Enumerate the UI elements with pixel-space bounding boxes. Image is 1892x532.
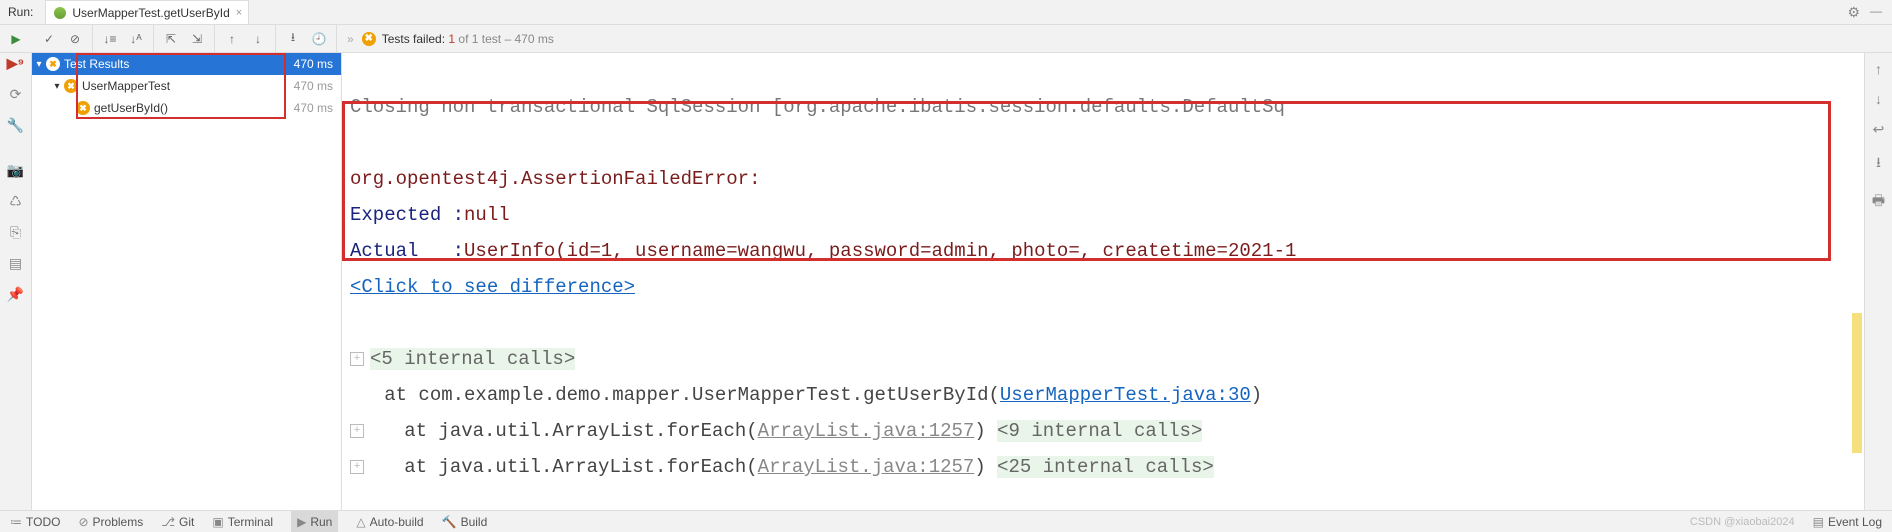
log-icon: ▤ — [1813, 515, 1824, 529]
scroll-end-icon[interactable]: ⭳ — [1876, 152, 1881, 176]
down-icon[interactable]: ↓ — [1875, 91, 1882, 107]
sort-down-icon[interactable]: ↓≡ — [99, 28, 121, 50]
tree-root[interactable]: ▾ ✖ Test Results 470 ms — [32, 53, 341, 75]
terminal-icon: ▣ — [212, 515, 223, 529]
sort-alpha-icon[interactable]: ↓ᴬ — [125, 28, 147, 50]
hammer-icon: 🔨 — [442, 515, 457, 529]
git-icon: ⎇ — [161, 515, 175, 529]
build-tab[interactable]: 🔨Build — [442, 515, 488, 529]
chevron-down-icon[interactable]: ▾ — [50, 81, 64, 92]
file-link[interactable]: ArrayList.java:1257 — [758, 456, 975, 478]
expand-icon[interactable]: + — [350, 424, 364, 438]
list-icon: ≔ — [10, 515, 22, 529]
layout-icon[interactable]: ▤ — [9, 255, 22, 272]
exit-icon[interactable]: ⎘ — [10, 224, 21, 241]
watermark: CSDN @xiaobai2024 — [1690, 516, 1795, 528]
expand-icon[interactable]: + — [350, 460, 364, 474]
pin-icon[interactable]: 📌 — [7, 286, 24, 303]
file-link[interactable]: UserMapperTest.java:30 — [1000, 384, 1251, 406]
run-label: Run: — [0, 5, 45, 19]
console-line: Closing non transactional SqlSession [or… — [350, 96, 1285, 118]
print-icon[interactable]: 🖶 — [1872, 190, 1885, 214]
diff-link[interactable]: <Click to see difference> — [350, 276, 635, 298]
git-tab[interactable]: ⎇Git — [161, 515, 194, 529]
test-tab-icon — [54, 7, 66, 19]
eventlog-tab[interactable]: ▤Event Log — [1813, 515, 1882, 529]
wrench-icon[interactable]: 🔧 — [7, 117, 24, 134]
fail-icon: ✖ — [76, 101, 90, 115]
autobuild-tab[interactable]: △Auto-build — [356, 515, 423, 529]
fail-icon: ✖ — [64, 79, 78, 93]
tool-icon: △ — [356, 515, 365, 529]
close-icon[interactable]: × — [236, 7, 242, 19]
collapse-all-icon[interactable]: ⇲ — [186, 28, 208, 50]
terminal-tab[interactable]: ▣Terminal — [212, 515, 273, 529]
cancel-icon[interactable]: ⊘ — [64, 28, 86, 50]
export-icon[interactable]: ⭳ — [282, 28, 304, 50]
tree-class[interactable]: ▾ ✖ UserMapperTest 470 ms — [32, 75, 341, 97]
tree-method[interactable]: ✖ getUserById() 470 ms — [32, 97, 341, 119]
toggle-autotest-icon[interactable]: ⟳ — [10, 86, 22, 103]
fail-icon: ✖ — [46, 57, 60, 71]
tab-title: UserMapperTest.getUserById — [72, 6, 229, 20]
error-line: org.opentest4j.AssertionFailedError: — [350, 168, 760, 190]
left-gutter: ▶⁹ ⟳ 🔧 📷 ♺ ⎘ ▤ 📌 — [0, 53, 32, 510]
todo-tab[interactable]: ≔TODO — [10, 515, 60, 529]
problems-tab[interactable]: ⊘Problems — [78, 515, 143, 529]
rerun-icon[interactable]: ▶ — [6, 28, 26, 50]
minimize-icon[interactable]: — — [1870, 4, 1882, 21]
console-right-gutter: ↑ ↓ ↩ ⭳ 🖶 — [1864, 53, 1892, 510]
gear-icon[interactable]: ⚙ — [1847, 4, 1860, 21]
fail-badge-icon: ✖ — [362, 32, 376, 46]
status-bar: ≔TODO ⊘Problems ⎇Git ▣Terminal ▶Run △Aut… — [0, 510, 1892, 532]
chevron-down-icon[interactable]: ▾ — [32, 59, 46, 70]
file-link[interactable]: ArrayList.java:1257 — [758, 420, 975, 442]
run-tab-bottom[interactable]: ▶Run — [291, 511, 338, 532]
scrollbar-marker — [1852, 313, 1862, 453]
up-icon[interactable]: ↑ — [1875, 61, 1882, 77]
prev-icon[interactable]: ↑ — [221, 28, 243, 50]
camera-icon[interactable]: 📷 — [7, 162, 24, 179]
test-tree: ▾ ✖ Test Results 470 ms ▾ ✖ UserMapperTe… — [32, 53, 342, 510]
play-icon: ▶ — [297, 515, 306, 529]
recycle-icon[interactable]: ♺ — [9, 193, 22, 210]
warning-icon: ⊘ — [78, 515, 88, 529]
expand-icon[interactable]: + — [350, 352, 364, 366]
next-icon[interactable]: ↓ — [247, 28, 269, 50]
run-tab[interactable]: UserMapperTest.getUserById × — [45, 0, 249, 24]
status-line: » ✖ Tests failed: 1 of 1 test – 470 ms — [337, 32, 554, 46]
toolbar: ▶ ✓ ⊘ ↓≡ ↓ᴬ ⇱ ⇲ ↑ ↓ ⭳ 🕘 » ✖ Tests failed… — [0, 25, 1892, 53]
history-icon[interactable]: 🕘 — [308, 28, 330, 50]
expand-all-icon[interactable]: ⇱ — [160, 28, 182, 50]
console: Closing non transactional SqlSession [or… — [342, 53, 1892, 510]
check-icon[interactable]: ✓ — [38, 28, 60, 50]
top-bar: Run: UserMapperTest.getUserById × ⚙ — — [0, 0, 1892, 25]
soft-wrap-icon[interactable]: ↩ — [1873, 121, 1885, 138]
rerun-failed-icon[interactable]: ▶⁹ — [7, 55, 24, 72]
main-area: ▶⁹ ⟳ 🔧 📷 ♺ ⎘ ▤ 📌 ▾ ✖ Test Results 470 ms… — [0, 53, 1892, 510]
